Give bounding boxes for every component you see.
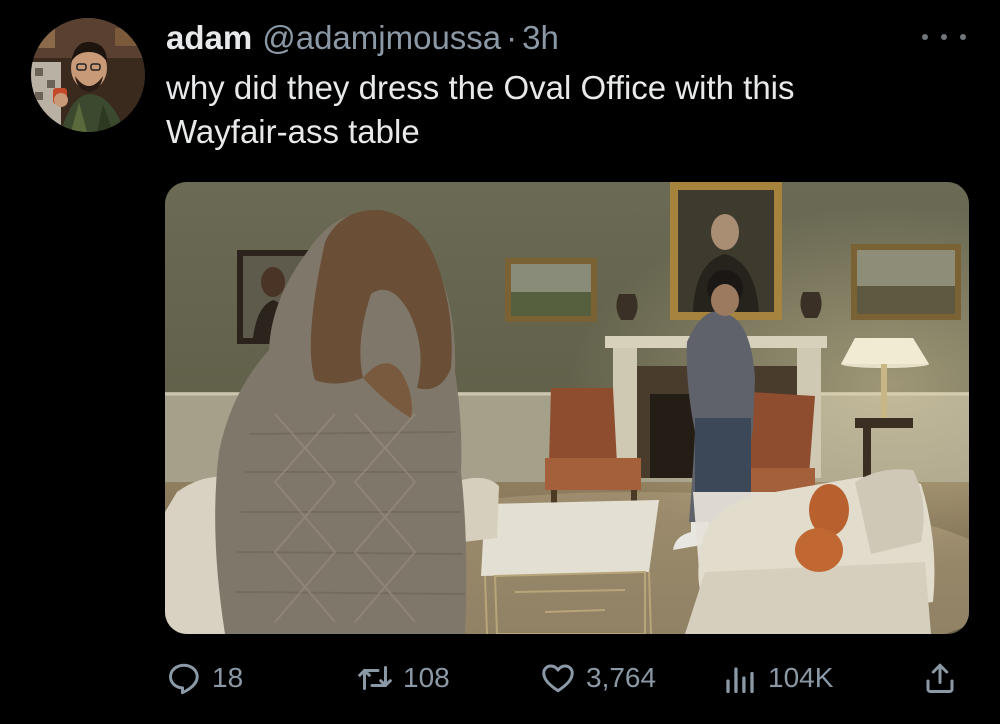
more-dot xyxy=(922,34,928,40)
retweet-count: 108 xyxy=(403,662,450,693)
like-count: 3,764 xyxy=(586,662,657,693)
separator-dot: · xyxy=(506,19,518,56)
share-button[interactable] xyxy=(922,652,958,704)
tweet-actions: 18 108 3,764 104K xyxy=(0,652,1000,704)
timestamp[interactable]: 3h xyxy=(522,14,559,62)
views-button[interactable]: 104K xyxy=(722,652,833,704)
reply-icon xyxy=(166,660,202,696)
share-icon xyxy=(922,660,958,696)
tweet-header: adam @adamjmoussa · 3h xyxy=(166,14,559,62)
reply-count: 18 xyxy=(212,662,244,693)
heart-icon xyxy=(540,660,576,696)
tweet-media[interactable] xyxy=(165,182,969,634)
views-count: 104K xyxy=(768,662,834,693)
more-dot xyxy=(960,34,966,40)
reply-button[interactable]: 18 xyxy=(166,652,243,704)
more-dot xyxy=(941,34,947,40)
more-icon[interactable] xyxy=(922,25,966,49)
avatar[interactable] xyxy=(31,18,145,132)
display-name[interactable]: adam xyxy=(166,14,252,62)
user-handle[interactable]: @adamjmoussa xyxy=(262,14,501,62)
media-image xyxy=(165,182,969,634)
views-icon xyxy=(722,660,758,696)
retweet-icon xyxy=(357,660,393,696)
retweet-button[interactable]: 108 xyxy=(357,652,450,704)
avatar-image xyxy=(31,18,145,132)
like-button[interactable]: 3,764 xyxy=(540,652,656,704)
tweet-text: why did they dress the Oval Office with … xyxy=(166,69,795,150)
